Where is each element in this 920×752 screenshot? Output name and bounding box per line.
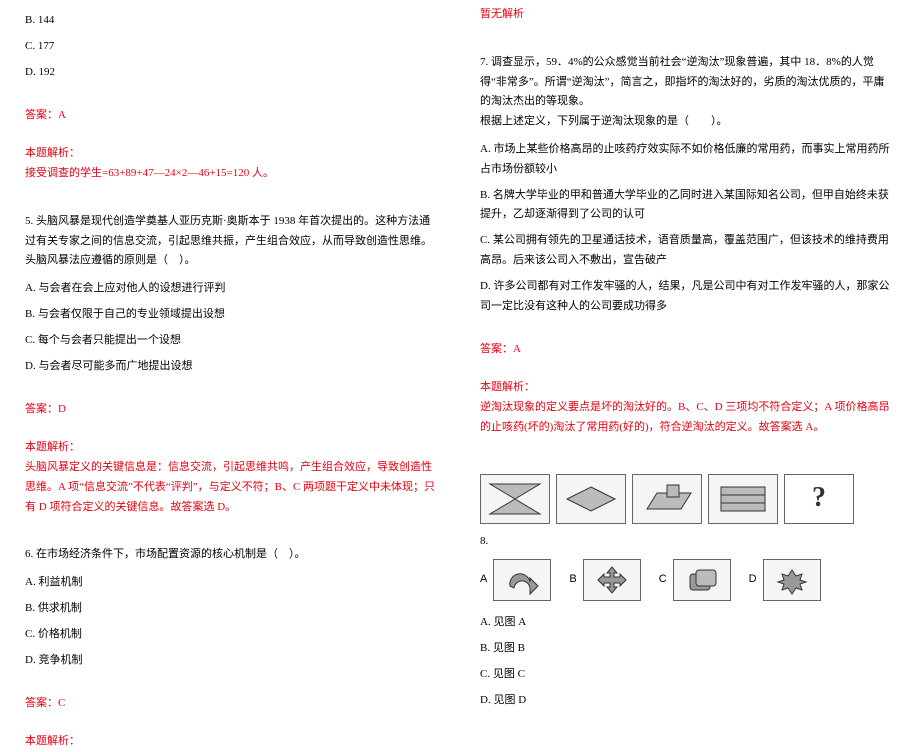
q8-fig-1-icon	[480, 474, 550, 524]
q4-answer: 答案：A	[25, 106, 440, 126]
q8-choice-a-label: A	[480, 570, 487, 590]
q5-stem: 5. 头脑风暴是现代创造学奠基人亚历克斯·奥斯本于 1938 年首次提出的。这种…	[25, 212, 440, 271]
q8-fig-2-icon	[556, 474, 626, 524]
q8-fig-3-icon	[632, 474, 702, 524]
q8-answer-choices: A B C D	[480, 559, 895, 601]
q5-answer: 答案：D	[25, 400, 440, 420]
q6-option-b: B. 供求机制	[25, 599, 440, 619]
q5-option-a: A. 与会者在会上应对他人的设想进行评判	[25, 279, 440, 299]
q8-choice-d-label: D	[749, 570, 757, 590]
q8-number: 8.	[480, 532, 895, 552]
no-explanation: 暂无解析	[480, 5, 895, 25]
q6-option-d: D. 竞争机制	[25, 651, 440, 671]
q8-choice-c-icon	[673, 559, 731, 601]
q8-question-mark-icon: ?	[784, 474, 854, 524]
q7-option-b: B. 名牌大学毕业的甲和普通大学毕业的乙同时进入某国际知名公司，但甲自始终未获提…	[480, 186, 895, 226]
q7-option-a: A. 市场上某些价格高昂的止咳药疗效实际不如价格低廉的常用药，而事实上常用药所占…	[480, 140, 895, 180]
q8-option-c: C. 见图 C	[480, 665, 895, 685]
q6-option-c: C. 价格机制	[25, 625, 440, 645]
q5-explanation-label: 本题解析：	[25, 438, 440, 458]
q7-explanation-text: 逆淘汰现象的定义要点是坏的淘汰好的。B、C、D 三项均不符合定义；A 项价格高昂…	[480, 398, 895, 438]
q4-explanation-label: 本题解析：	[25, 144, 440, 164]
q5-option-c: C. 每个与会者只能提出一个设想	[25, 331, 440, 351]
q5-explanation-text: 头脑风暴定义的关键信息是：信息交流，引起思维共鸣，产生组合效应，导致创造性思维。…	[25, 458, 440, 517]
q5-option-b: B. 与会者仅限于自己的专业领域提出设想	[25, 305, 440, 325]
q8-choice-b-icon	[583, 559, 641, 601]
q4-explanation-text: 接受调查的学生=63+89+47—24×2—46+15=120 人。	[25, 164, 440, 184]
q5-option-d: D. 与会者尽可能多而广地提出设想	[25, 357, 440, 377]
q8-choice-a-icon	[493, 559, 551, 601]
q4-option-b: B. 144	[25, 11, 440, 31]
q6-stem: 6. 在市场经济条件下，市场配置资源的核心机制是（ ）。	[25, 545, 440, 565]
q7-answer: 答案：A	[480, 340, 895, 360]
q6-answer: 答案：C	[25, 694, 440, 714]
q6-option-a: A. 利益机制	[25, 573, 440, 593]
right-column: 暂无解析 7. 调查显示，59．4%的公众感觉当前社会“逆淘汰”现象普遍，其中 …	[460, 5, 905, 646]
q6-explanation-label: 本题解析：	[25, 732, 440, 752]
q8-choice-d-icon	[763, 559, 821, 601]
q8-figure-sequence: ?	[480, 474, 895, 524]
q4-option-d: D. 192	[25, 63, 440, 83]
q8-option-d: D. 见图 D	[480, 691, 895, 711]
q7-option-c: C. 某公司拥有领先的卫星通话技术，语音质量高，覆盖范围广，但该技术的维持费用高…	[480, 231, 895, 271]
q8-option-b: B. 见图 B	[480, 639, 895, 659]
q8-choice-c-label: C	[659, 570, 667, 590]
q8-fig-4-icon	[708, 474, 778, 524]
q8-option-a: A. 见图 A	[480, 613, 895, 633]
q7-stem: 7. 调查显示，59．4%的公众感觉当前社会“逆淘汰”现象普遍，其中 18．8%…	[480, 53, 895, 132]
left-column: B. 144 C. 177 D. 192 答案：A 本题解析： 接受调查的学生=…	[15, 5, 460, 646]
q4-option-c: C. 177	[25, 37, 440, 57]
q7-option-d: D. 许多公司都有对工作发牢骚的人，结果，凡是公司中有对工作发牢骚的人，那家公司…	[480, 277, 895, 317]
q7-explanation-label: 本题解析：	[480, 378, 895, 398]
q8-choice-b-label: B	[569, 570, 576, 590]
